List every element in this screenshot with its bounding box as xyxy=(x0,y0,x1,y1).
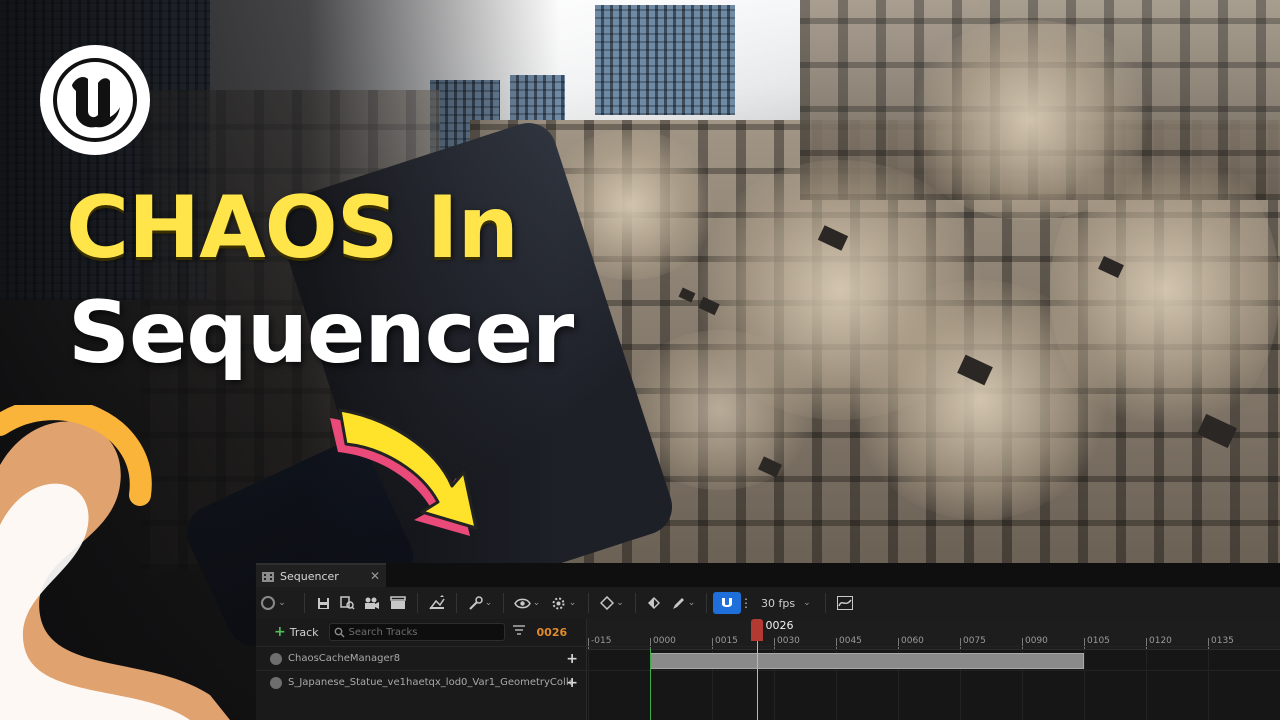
film-strip-icon xyxy=(262,567,274,586)
playback-options-icon xyxy=(552,597,565,609)
sequencer-toolbar: ⌄ ⌄ ⌄ ⌄ ⌄ ⌄ ⋮ 30 fps ⌄ xyxy=(256,587,1280,619)
search-icon xyxy=(334,627,345,637)
unreal-engine-logo xyxy=(40,45,150,155)
camera-icon xyxy=(365,597,379,609)
keyframe-button[interactable] xyxy=(642,591,666,615)
add-subtrack-plus-icon[interactable]: + xyxy=(566,651,578,667)
toolbar-separator xyxy=(456,593,457,613)
snap-toggle[interactable] xyxy=(713,592,741,614)
playhead-line xyxy=(757,641,759,720)
track-label: S_Japanese_Statue_ve1haetqx_lod0_Var1_Ge… xyxy=(288,677,573,688)
actor-options-icon xyxy=(261,596,276,610)
close-icon[interactable]: ✕ xyxy=(370,569,380,583)
ruler-tick-label: 0090 xyxy=(1025,636,1048,646)
save-icon xyxy=(317,597,329,609)
toolbar-separator xyxy=(417,593,418,613)
find-asset-icon xyxy=(339,596,355,610)
plus-icon: + xyxy=(274,624,286,640)
toolbar-separator xyxy=(824,593,826,613)
title-line-2: Sequencer xyxy=(68,283,574,383)
sequencer-panel: Sequencer ✕ ⌄ ⌄ ⌄ ⌄ ⌄ ⌄ ⋮ 30 fps ⌄ + Tra… xyxy=(256,563,1280,720)
view-options-button[interactable]: ⌄ xyxy=(510,591,544,615)
actor-icon xyxy=(270,676,282,689)
smoke-cloud xyxy=(1050,140,1280,440)
fps-label: 30 fps xyxy=(761,596,796,610)
tab-label: Sequencer xyxy=(280,569,339,583)
snap-options-button[interactable]: ⋮ xyxy=(740,591,752,615)
yellow-curved-arrow xyxy=(330,408,478,536)
skyscraper xyxy=(595,5,735,115)
paint-icon xyxy=(672,597,684,609)
clapperboard-icon xyxy=(390,596,406,609)
track-label: ChaosCacheManager8 xyxy=(288,653,401,664)
track-lane xyxy=(587,670,1280,695)
transform-tools-button[interactable]: ⌄ xyxy=(463,591,497,615)
clapperboard-button[interactable] xyxy=(385,591,411,615)
ruler-tick-label: -015 xyxy=(591,636,612,646)
actor-options-button[interactable]: ⌄ xyxy=(256,591,290,615)
paint-button[interactable]: ⌄ xyxy=(666,591,700,615)
snap-magnet-icon xyxy=(722,598,732,607)
add-track-button[interactable]: + Track xyxy=(274,624,319,640)
ruler-tick-label: 0045 xyxy=(839,636,862,646)
transform-tools-icon xyxy=(469,595,483,610)
grid-line xyxy=(1208,649,1209,720)
ruler-tick-label: 0060 xyxy=(901,636,924,646)
key-interpolation-icon xyxy=(600,596,615,610)
grid-line xyxy=(587,649,589,720)
curve-editor-icon xyxy=(836,596,853,610)
title-line-1: CHAOS In xyxy=(66,178,519,278)
toolbar-separator xyxy=(304,593,305,613)
view-options-icon xyxy=(513,598,531,608)
ruler-tick-label: 0030 xyxy=(777,636,800,646)
ruler-tick-label: 0015 xyxy=(715,636,738,646)
ruler-tick-label: 0135 xyxy=(1211,636,1234,646)
add-subtrack-plus-icon[interactable]: + xyxy=(566,675,578,691)
save-button[interactable] xyxy=(311,591,335,615)
tab-bar: Sequencer ✕ xyxy=(256,563,1280,587)
current-frame-field[interactable]: 0026 xyxy=(537,626,568,639)
render-icon xyxy=(429,595,445,610)
filter-icon[interactable] xyxy=(512,625,525,639)
actor-icon xyxy=(270,652,282,665)
toolbar-separator xyxy=(706,593,707,613)
ruler-tick-label: 0120 xyxy=(1149,636,1172,646)
playhead-frame-label: 0026 xyxy=(765,619,794,632)
decorative-swirl xyxy=(0,405,230,720)
curve-editor-button[interactable] xyxy=(832,591,858,615)
grid-line xyxy=(1146,649,1147,720)
toolbar-separator xyxy=(503,593,504,613)
playback-options-button[interactable]: ⌄ xyxy=(544,591,582,615)
timeline-area[interactable]: -015 0000 0015 0030 0045 0060 0075 0090 0105 0120… xyxy=(587,619,1280,720)
search-tracks-input[interactable] xyxy=(348,626,499,638)
add-track-label: Track xyxy=(289,625,319,639)
track-row-chaos-cache-manager[interactable]: ChaosCacheManager8 + xyxy=(256,646,586,670)
grid-line xyxy=(1084,649,1085,720)
chaos-cache-section[interactable] xyxy=(650,653,1084,669)
track-outliner: + Track 0026 ChaosCacheManager8 + S_Japa… xyxy=(256,619,587,720)
find-asset-button[interactable] xyxy=(335,591,359,615)
camera-button[interactable] xyxy=(359,591,385,615)
ruler-tick-label: 0075 xyxy=(963,636,986,646)
track-row-geometry-collection[interactable]: S_Japanese_Statue_ve1haetqx_lod0_Var1_Ge… xyxy=(256,670,586,694)
playhead-handle[interactable] xyxy=(751,619,764,641)
outliner-filter-bar: + Track 0026 xyxy=(256,619,586,645)
keyframe-icon xyxy=(648,597,660,609)
search-tracks-field[interactable] xyxy=(328,623,505,641)
toolbar-separator xyxy=(635,593,636,613)
tab-sequencer[interactable]: Sequencer ✕ xyxy=(256,563,386,587)
ruler-tick-label: 0000 xyxy=(653,636,676,646)
fps-dropdown[interactable]: 30 fps ⌄ xyxy=(751,591,811,615)
playback-start-marker xyxy=(650,649,651,720)
render-button[interactable] xyxy=(424,591,450,615)
ruler-tick-label: 0105 xyxy=(1087,636,1110,646)
toolbar-separator xyxy=(588,593,589,613)
key-interpolation-button[interactable]: ⌄ xyxy=(595,591,629,615)
